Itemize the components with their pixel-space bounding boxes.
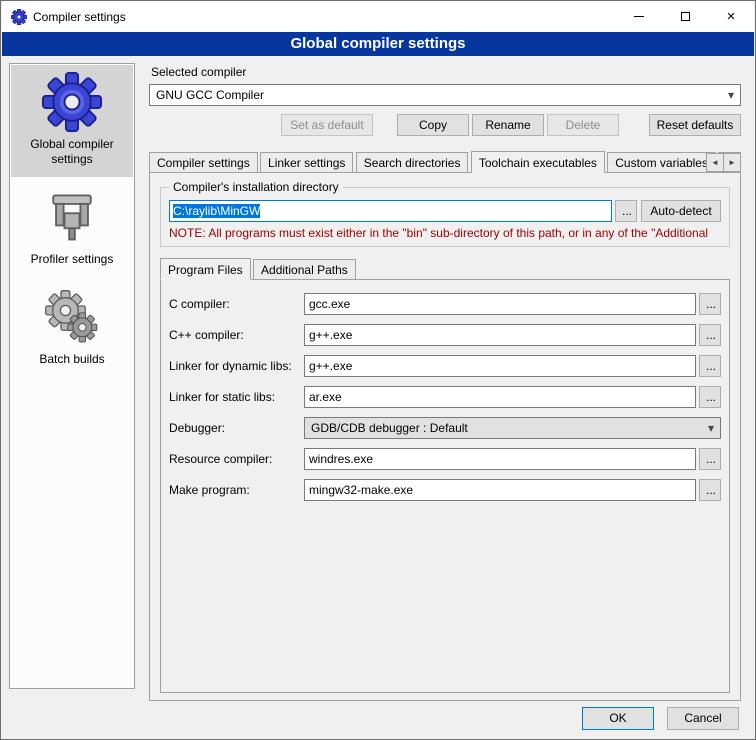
installation-directory-browse-button[interactable]: ... — [615, 200, 637, 222]
make-program-browse-button[interactable]: ... — [699, 479, 721, 501]
set-as-default-button: Set as default — [281, 114, 373, 136]
debugger-label: Debugger: — [169, 421, 304, 435]
sidebar-item-label: Batch builds — [39, 352, 104, 367]
tab-toolchain-executables[interactable]: Toolchain executables — [471, 151, 605, 173]
resource-compiler-label: Resource compiler: — [169, 452, 304, 466]
debugger-dropdown[interactable]: GDB/CDB debugger : Default ▾ — [304, 417, 721, 439]
installation-directory-input[interactable]: C:\raylib\MinGW — [169, 200, 612, 222]
copy-button[interactable]: Copy — [397, 114, 469, 136]
maximize-button[interactable] — [662, 1, 708, 32]
static-linker-row: Linker for static libs: ... — [169, 386, 721, 408]
bin-subdirectory-note: NOTE: All programs must exist either in … — [169, 226, 721, 240]
sidebar-item-label: Profiler settings — [31, 252, 114, 267]
tab-scroll-left-button[interactable]: ◄ — [706, 153, 724, 172]
selected-compiler-value: GNU GCC Compiler — [156, 88, 264, 102]
installation-directory-group-title: Compiler's installation directory — [169, 180, 343, 194]
resource-compiler-input[interactable] — [304, 448, 696, 470]
installation-directory-value: C:\raylib\MinGW — [173, 204, 260, 218]
profiler-tool-icon — [42, 187, 102, 247]
tab-compiler-settings[interactable]: Compiler settings — [149, 152, 258, 173]
resource-compiler-browse-button[interactable]: ... — [699, 448, 721, 470]
window-title: Compiler settings — [33, 10, 126, 24]
cpp-compiler-input[interactable] — [304, 324, 696, 346]
cpp-compiler-browse-button[interactable]: ... — [699, 324, 721, 346]
installation-directory-group: Compiler's installation directory C:\ray… — [160, 187, 730, 247]
dynamic-linker-browse-button[interactable]: ... — [699, 355, 721, 377]
gear-icon — [42, 72, 102, 132]
batch-builds-gears-icon — [42, 287, 102, 347]
static-linker-input[interactable] — [304, 386, 696, 408]
compiler-settings-dialog: Compiler settings × Global compiler sett… — [0, 0, 756, 740]
toolchain-executables-panel: Compiler's installation directory C:\ray… — [149, 172, 741, 701]
c-compiler-input[interactable] — [304, 293, 696, 315]
cpp-compiler-label: C++ compiler: — [169, 328, 304, 342]
sidebar-item-label: Global compiler settings — [13, 137, 131, 167]
program-files-tab-bar: Program Files Additional Paths — [160, 258, 730, 280]
ok-button[interactable]: OK — [582, 707, 654, 730]
sidebar-item-profiler-settings[interactable]: Profiler settings — [11, 180, 133, 277]
minimize-button[interactable] — [616, 1, 662, 32]
close-icon: × — [727, 9, 736, 24]
rename-button[interactable]: Rename — [472, 114, 544, 136]
chevron-down-icon: ▾ — [728, 85, 734, 105]
auto-detect-button[interactable]: Auto-detect — [641, 200, 721, 222]
page-title: Global compiler settings — [2, 32, 754, 56]
main-panel: Selected compiler GNU GCC Compiler ▾ Set… — [149, 63, 741, 701]
debugger-row: Debugger: GDB/CDB debugger : Default ▾ — [169, 417, 721, 439]
make-program-label: Make program: — [169, 483, 304, 497]
minimize-icon — [634, 16, 644, 17]
tab-custom-variables[interactable]: Custom variables — [607, 152, 716, 173]
settings-tab-bar: Compiler settings Linker settings Search… — [149, 151, 741, 173]
c-compiler-label: C compiler: — [169, 297, 304, 311]
dynamic-linker-input[interactable] — [304, 355, 696, 377]
dynamic-linker-row: Linker for dynamic libs: ... — [169, 355, 721, 377]
make-program-row: Make program: ... — [169, 479, 721, 501]
compiler-actions: Set as default Copy Rename Delete Reset … — [149, 114, 741, 136]
app-icon — [11, 9, 27, 25]
cpp-compiler-row: C++ compiler: ... — [169, 324, 721, 346]
chevron-down-icon: ▾ — [708, 418, 714, 438]
static-linker-browse-button[interactable]: ... — [699, 386, 721, 408]
sidebar-item-batch-builds[interactable]: Batch builds — [11, 280, 133, 377]
tab-search-directories[interactable]: Search directories — [356, 152, 469, 173]
reset-defaults-button[interactable]: Reset defaults — [649, 114, 741, 136]
delete-button: Delete — [547, 114, 619, 136]
close-button[interactable]: × — [708, 1, 754, 32]
tab-linker-settings[interactable]: Linker settings — [260, 152, 353, 173]
maximize-icon — [681, 12, 690, 21]
tab-scroll-right-button[interactable]: ► — [723, 153, 741, 172]
selected-compiler-label: Selected compiler — [151, 65, 741, 79]
sidebar-item-global-compiler-settings[interactable]: Global compiler settings — [11, 65, 133, 177]
cancel-button[interactable]: Cancel — [667, 707, 739, 730]
tab-additional-paths[interactable]: Additional Paths — [253, 259, 356, 280]
selected-compiler-dropdown[interactable]: GNU GCC Compiler ▾ — [149, 84, 741, 106]
static-linker-label: Linker for static libs: — [169, 390, 304, 404]
make-program-input[interactable] — [304, 479, 696, 501]
c-compiler-browse-button[interactable]: ... — [699, 293, 721, 315]
dialog-footer: OK Cancel — [582, 707, 739, 730]
program-files-panel: C compiler: ... C++ compiler: ... Linker… — [160, 279, 730, 693]
tab-program-files[interactable]: Program Files — [160, 258, 251, 280]
debugger-value: GDB/CDB debugger : Default — [311, 421, 468, 435]
c-compiler-row: C compiler: ... — [169, 293, 721, 315]
titlebar: Compiler settings × — [2, 1, 754, 32]
dynamic-linker-label: Linker for dynamic libs: — [169, 359, 304, 373]
resource-compiler-row: Resource compiler: ... — [169, 448, 721, 470]
settings-category-list: Global compiler settings Profiler settin… — [9, 63, 135, 689]
